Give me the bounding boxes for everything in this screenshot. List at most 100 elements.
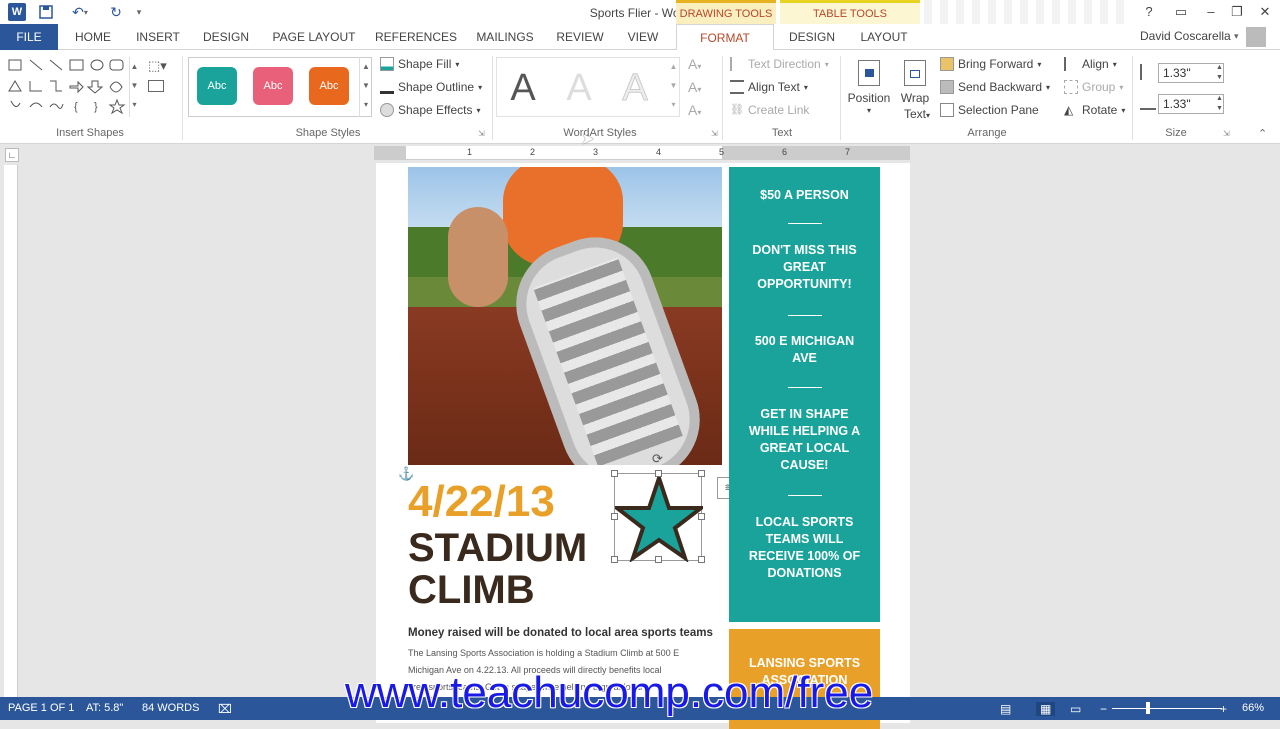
group-button[interactable]: Group ▾ — [1064, 80, 1123, 94]
resize-handle[interactable] — [611, 513, 618, 520]
text-outline-icon[interactable]: A▾ — [688, 79, 701, 95]
word-count[interactable]: 84 WORDS — [142, 702, 199, 714]
ruler-tick: 6 — [782, 147, 788, 157]
shape-style-pink[interactable]: Abc — [253, 67, 293, 105]
shape-height-input[interactable]: 1.33" — [1158, 63, 1224, 83]
tab-view[interactable]: VIEW — [620, 24, 666, 50]
horizontal-ruler[interactable]: 1 2 3 4 5 6 7 — [374, 146, 910, 160]
read-mode-icon[interactable]: ▤ — [1000, 702, 1011, 716]
link-icon: ⛓ — [730, 104, 744, 116]
shapes-gallery[interactable]: { } — [6, 57, 136, 117]
shape-styles-scroll[interactable]: ▲ ▼ ▾ — [359, 57, 372, 117]
group-separator — [182, 56, 183, 140]
body-line[interactable]: The Lansing Sports Association is holdin… — [408, 648, 679, 658]
wordart-style-1[interactable]: A — [500, 62, 546, 114]
shape-style-teal[interactable]: Abc — [197, 67, 237, 105]
resize-handle[interactable] — [611, 556, 618, 563]
align-text-label: Align Text — [748, 80, 800, 94]
tab-insert[interactable]: INSERT — [130, 24, 186, 50]
shape-width-spinner[interactable]: ▲ ▼ — [1216, 94, 1223, 114]
page-count[interactable]: PAGE 1 OF 1 — [8, 702, 74, 714]
shape-width-input[interactable]: 1.33" — [1158, 94, 1224, 114]
text-fill-icon[interactable]: A▾ — [688, 56, 701, 72]
ribbon-display-options-icon[interactable]: ▭ — [1172, 4, 1190, 20]
runner-photo[interactable] — [408, 167, 722, 465]
avatar[interactable] — [1246, 27, 1266, 47]
tab-format[interactable]: FORMAT — [676, 24, 774, 51]
close-button[interactable]: ✕ — [1256, 4, 1274, 20]
restore-button[interactable]: ❐ — [1228, 4, 1246, 20]
align-text-button[interactable]: Align Text ▾ — [730, 80, 808, 94]
wrap-text-label-line2: Text▾ — [903, 107, 931, 121]
draw-text-box-icon[interactable] — [148, 80, 164, 92]
zoom-in-button[interactable]: + — [1220, 702, 1227, 716]
rotate-button[interactable]: ◭ Rotate ▾ — [1064, 103, 1125, 117]
wordart-dialog-launcher-icon[interactable]: ⇲ — [711, 129, 718, 138]
resize-handle[interactable] — [698, 470, 705, 477]
tab-home[interactable]: HOME — [66, 24, 120, 50]
sidebar-panel[interactable]: $50 A PERSON DON'T MISS THIS GREAT OPPOR… — [729, 167, 880, 622]
star-shape[interactable] — [611, 471, 707, 564]
web-layout-icon[interactable]: ▭ — [1070, 702, 1081, 716]
tab-references[interactable]: REFERENCES — [372, 24, 460, 50]
star-shape-selection[interactable] — [611, 471, 707, 564]
align-button[interactable]: Align ▾ — [1064, 57, 1117, 71]
tab-mailings[interactable]: MAILINGS — [470, 24, 540, 50]
collapse-ribbon-icon[interactable]: ⌃ — [1258, 127, 1267, 140]
shape-style-orange[interactable]: Abc — [309, 67, 349, 105]
create-link-button[interactable]: ⛓ Create Link — [730, 103, 809, 117]
shape-fill-button[interactable]: Shape Fill ▾ — [380, 57, 459, 71]
event-date[interactable]: 4/22/13 — [408, 479, 555, 525]
shape-styles-dialog-launcher-icon[interactable]: ⇲ — [478, 129, 485, 138]
resize-handle[interactable] — [655, 470, 662, 477]
tab-table-layout[interactable]: LAYOUT — [850, 24, 918, 50]
tab-table-design[interactable]: DESIGN — [782, 24, 842, 50]
resize-handle[interactable] — [655, 556, 662, 563]
resize-handle[interactable] — [698, 513, 705, 520]
edit-shape-icon[interactable]: ⬚▾ — [148, 58, 167, 74]
tab-selector-icon[interactable]: ∟ — [5, 148, 19, 162]
tab-review[interactable]: REVIEW — [550, 24, 610, 50]
minimize-button[interactable]: – — [1202, 4, 1220, 19]
vertical-ruler[interactable] — [4, 165, 18, 697]
user-name[interactable]: David Coscarella — [1140, 29, 1231, 43]
wordart-styles-group-label: WordArt Styles — [563, 127, 637, 139]
selection-pane-button[interactable]: Selection Pane — [940, 103, 1039, 117]
event-title-line1[interactable]: STADIUM — [408, 527, 587, 569]
shape-effects-icon — [380, 103, 394, 117]
tab-file[interactable]: FILE — [0, 24, 58, 50]
wordart-style-2[interactable]: A — [556, 62, 602, 114]
tab-page-layout[interactable]: PAGE LAYOUT — [266, 24, 362, 50]
help-button[interactable]: ? — [1140, 4, 1158, 19]
print-layout-icon[interactable]: ▦ — [1036, 702, 1056, 716]
size-dialog-launcher-icon[interactable]: ⇲ — [1223, 129, 1230, 138]
wrap-text-button[interactable]: Wrap Text▾ — [896, 56, 934, 121]
ruler-tick: 5 — [719, 147, 725, 157]
resize-handle[interactable] — [611, 470, 618, 477]
shape-effects-button[interactable]: Shape Effects ▾ — [380, 103, 481, 117]
wordart-gallery-scroll[interactable]: ▲ ▼ ▾ — [667, 57, 680, 117]
cursor-position[interactable]: AT: 5.8" — [86, 702, 123, 714]
shape-outline-button[interactable]: Shape Outline ▾ — [380, 80, 482, 94]
resize-handle[interactable] — [698, 556, 705, 563]
zoom-level[interactable]: 66% — [1242, 702, 1264, 714]
event-title-line2[interactable]: CLIMB — [408, 569, 535, 611]
proofing-icon[interactable]: ⌧ — [218, 702, 232, 716]
wordart-style-3[interactable]: A — [612, 62, 658, 114]
text-effects-icon[interactable]: A▾ — [688, 102, 701, 118]
text-direction-button[interactable]: Text Direction ▾ — [730, 57, 829, 71]
position-button[interactable]: Position ▾ — [846, 56, 892, 120]
svg-text:}: } — [94, 101, 98, 113]
zoom-slider[interactable] — [1112, 708, 1222, 709]
bring-forward-button[interactable]: Bring Forward ▾ — [940, 57, 1041, 71]
tab-design[interactable]: DESIGN — [196, 24, 256, 50]
rotate-handle-icon[interactable]: ⟳ — [652, 451, 663, 467]
subheading[interactable]: Money raised will be donated to local ar… — [408, 627, 713, 639]
drawing-tools-header: DRAWING TOOLS — [676, 0, 776, 24]
zoom-out-button[interactable]: − — [1100, 702, 1107, 716]
send-backward-button[interactable]: Send Backward ▾ — [940, 80, 1050, 94]
shapes-gallery-scroll[interactable]: ▲ ▼ ▾ — [129, 57, 139, 117]
user-dropdown-icon[interactable]: ▾ — [1234, 31, 1239, 42]
shape-height-spinner[interactable]: ▲ ▼ — [1216, 63, 1223, 83]
zoom-slider-thumb[interactable] — [1146, 702, 1150, 714]
